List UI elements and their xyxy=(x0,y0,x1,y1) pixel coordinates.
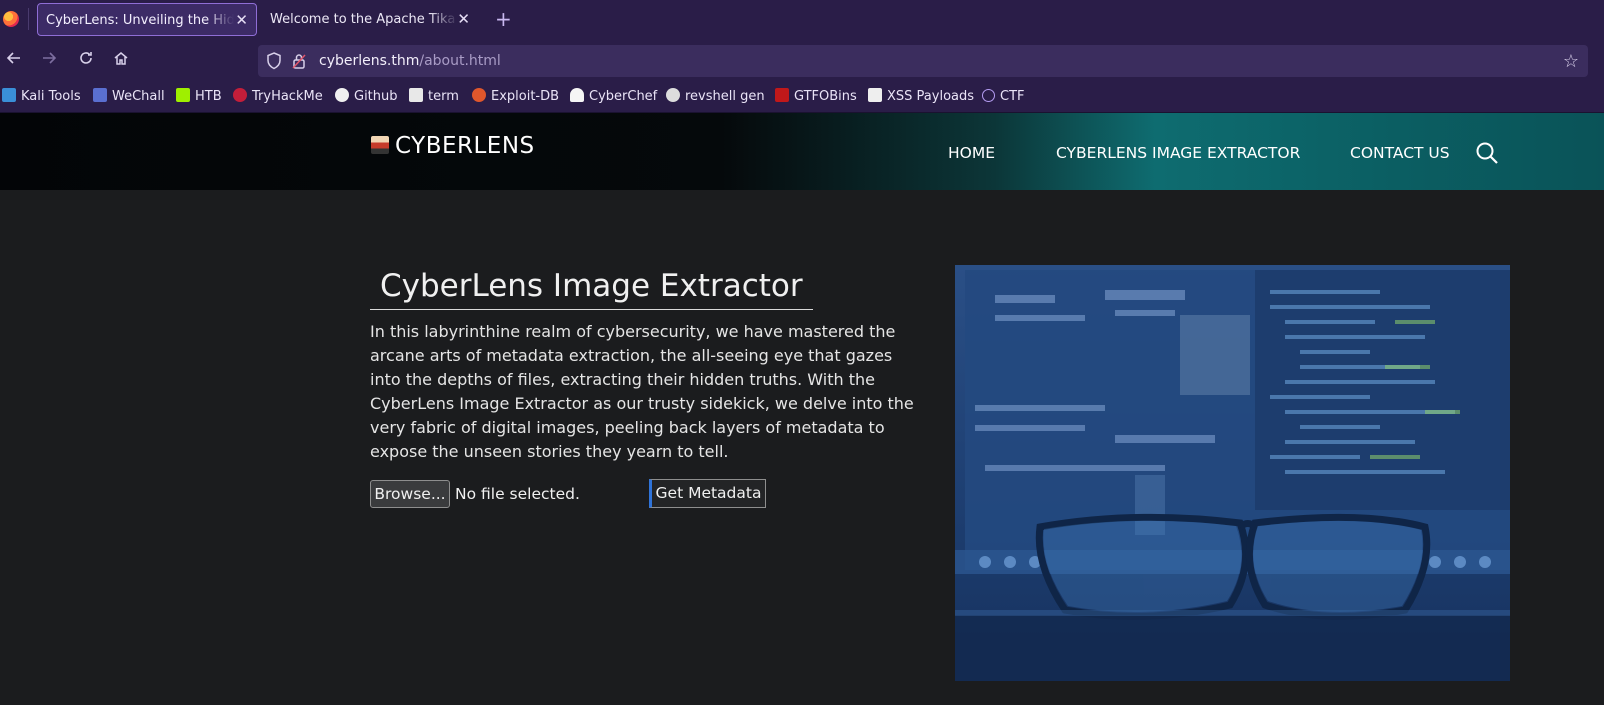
bookmark-star-icon[interactable]: ☆ xyxy=(1563,51,1579,72)
bookmark-github[interactable]: Github xyxy=(335,82,398,112)
brand-logo[interactable]: CYBERLENS xyxy=(371,133,535,159)
typewriter-icon xyxy=(371,136,389,154)
close-icon[interactable]: ✕ xyxy=(457,3,470,36)
tab-separator xyxy=(28,8,29,30)
hero-image xyxy=(955,265,1510,681)
chef-hat-icon xyxy=(570,88,584,102)
close-icon[interactable]: ✕ xyxy=(235,4,248,35)
skull-icon xyxy=(666,88,680,102)
nav-contact-us[interactable]: CONTACT US xyxy=(1350,144,1450,162)
site-header: CYBERLENS HOME CYBERLENS IMAGE EXTRACTOR… xyxy=(0,113,1604,190)
nav-image-extractor[interactable]: CYBERLENS IMAGE EXTRACTOR xyxy=(1056,144,1300,162)
globe-icon xyxy=(982,89,995,102)
bookmark-label: CyberChef xyxy=(589,89,658,104)
bookmark-label: Github xyxy=(354,89,398,104)
bookmark-wechall[interactable]: WeChall xyxy=(93,82,165,112)
file-status-text: No file selected. xyxy=(455,485,580,503)
bookmark-term[interactable]: term xyxy=(409,82,459,112)
bookmark-label: Kali Tools xyxy=(21,89,81,104)
bookmark-revshell-gen[interactable]: revshell gen xyxy=(666,82,765,112)
bookmarks-toolbar: Kali Tools WeChall HTB TryHackMe Github … xyxy=(0,82,1604,113)
bookmark-tryhackme[interactable]: TryHackMe xyxy=(233,82,323,112)
tab-title: Welcome to the Apache Tika 1 xyxy=(270,12,458,27)
tab-apache-tika[interactable]: Welcome to the Apache Tika 1 ✕ xyxy=(262,3,478,36)
bookmark-label: TryHackMe xyxy=(252,89,323,104)
bookmark-label: Exploit-DB xyxy=(491,89,560,104)
tab-title: CyberLens: Unveiling the Hidden xyxy=(46,13,234,28)
forward-arrow-icon[interactable] xyxy=(38,50,60,72)
url-text[interactable]: cyberlens.thm/about.html xyxy=(319,45,501,77)
bookmark-gtfobins[interactable]: GTFOBins xyxy=(775,82,857,112)
wechall-icon xyxy=(93,88,107,102)
shield-icon[interactable] xyxy=(266,52,282,74)
bookmark-cyberchef[interactable]: CyberChef xyxy=(570,82,657,112)
url-path: /about.html xyxy=(419,53,501,69)
browser-nav-bar: cyberlens.thm/about.html ☆ xyxy=(0,40,1604,82)
exploitdb-bug-icon xyxy=(472,88,486,102)
bookmark-exploit-db[interactable]: Exploit-DB xyxy=(472,82,559,112)
back-arrow-icon[interactable] xyxy=(3,50,25,72)
bookmark-label: HTB xyxy=(195,89,222,104)
kali-dragon-icon xyxy=(2,88,16,102)
term-d-icon xyxy=(409,88,423,102)
page-title: CyberLens Image Extractor xyxy=(370,265,813,310)
lock-icon[interactable] xyxy=(292,53,306,73)
browser-tab-bar: CyberLens: Unveiling the Hidden ✕ Welcom… xyxy=(0,0,1604,40)
nav-home[interactable]: HOME xyxy=(948,144,995,162)
xss-icon xyxy=(868,88,882,102)
bookmark-label: revshell gen xyxy=(685,89,765,104)
htb-cube-icon xyxy=(176,88,190,102)
search-icon[interactable] xyxy=(1475,141,1499,169)
firefox-icon[interactable] xyxy=(3,11,19,27)
bookmark-xss-payloads[interactable]: XSS Payloads xyxy=(868,82,974,112)
page-description: In this labyrinthine realm of cybersecur… xyxy=(370,322,914,461)
brand-name: CYBERLENS xyxy=(395,133,535,159)
bookmark-label: term xyxy=(428,89,459,104)
bookmark-label: XSS Payloads xyxy=(887,89,975,104)
code-screen-glasses-photo xyxy=(955,265,1510,681)
home-icon[interactable] xyxy=(110,50,132,72)
tryhackme-cloud-icon xyxy=(233,88,247,102)
bookmark-htb[interactable]: HTB xyxy=(176,82,222,112)
bookmark-kali-tools[interactable]: Kali Tools xyxy=(2,82,81,112)
browse-button[interactable]: Browse... xyxy=(370,480,450,508)
get-metadata-button[interactable]: Get Metadata xyxy=(649,479,766,508)
url-host: cyberlens.thm xyxy=(319,53,420,69)
bookmark-label: CTF xyxy=(1000,89,1025,104)
reload-icon[interactable] xyxy=(75,50,97,72)
new-tab-plus-icon[interactable]: + xyxy=(495,6,512,32)
gtfobins-icon xyxy=(775,88,789,102)
url-bar[interactable]: cyberlens.thm/about.html ☆ xyxy=(258,45,1588,77)
bookmark-label: GTFOBins xyxy=(794,89,857,104)
github-icon xyxy=(335,88,349,102)
tab-cyberlens[interactable]: CyberLens: Unveiling the Hidden ✕ xyxy=(37,3,257,36)
bookmark-ctf[interactable]: CTF xyxy=(982,82,1025,112)
bookmark-label: WeChall xyxy=(112,89,165,104)
